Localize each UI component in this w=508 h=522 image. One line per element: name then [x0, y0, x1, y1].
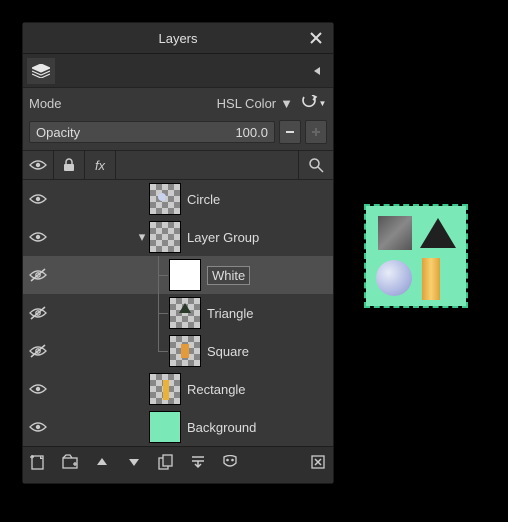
add-mask-button[interactable] [221, 453, 239, 471]
layer-thumbnail[interactable] [169, 335, 201, 367]
visibility-toggle[interactable] [23, 421, 53, 433]
layer-row[interactable]: Rectangle [23, 370, 333, 408]
layer-list: Circle ▾ Layer Group White Triangle Square Rec… [23, 180, 333, 446]
preview-circle [376, 260, 412, 296]
duplicate-icon [158, 454, 174, 470]
layers-panel: Layers Mode HSL Color ▼ ▼ Opacity 100.0 [22, 22, 334, 484]
layer-row[interactable]: Background [23, 408, 333, 446]
eye-off-icon [29, 306, 47, 320]
raise-layer-button[interactable] [93, 453, 111, 471]
layer-thumbnail[interactable] [169, 259, 201, 291]
visibility-toggle[interactable] [23, 383, 53, 395]
lower-icon [128, 456, 140, 468]
mask-icon [222, 455, 238, 469]
canvas-preview [366, 206, 466, 306]
visibility-column-header[interactable] [23, 151, 54, 179]
panel-title: Layers [23, 31, 333, 46]
layer-thumbnail[interactable] [149, 221, 181, 253]
lower-layer-button[interactable] [125, 453, 143, 471]
eye-off-icon [29, 268, 47, 282]
menu-left-icon [312, 66, 322, 76]
layers-icon [32, 64, 50, 78]
close-icon [310, 32, 322, 44]
preview-triangle [420, 218, 456, 248]
new-layer-icon [30, 454, 46, 470]
layer-name[interactable]: Layer Group [187, 230, 259, 245]
tree-line [149, 256, 169, 294]
new-group-button[interactable] [61, 453, 79, 471]
mode-row: Mode HSL Color ▼ ▼ [23, 88, 333, 118]
opacity-increase-button[interactable] [305, 120, 327, 144]
preview-texture-square [378, 216, 412, 250]
layer-thumbnail[interactable] [169, 297, 201, 329]
layer-name[interactable]: Background [187, 420, 256, 435]
lock-icon [63, 158, 75, 172]
duplicate-layer-button[interactable] [157, 453, 175, 471]
titlebar[interactable]: Layers [23, 23, 333, 54]
layer-row[interactable]: Square [23, 332, 333, 370]
layer-column-header: fx [23, 150, 333, 180]
layer-thumbnail[interactable] [149, 411, 181, 443]
expand-toggle[interactable]: ▾ [135, 229, 149, 245]
close-button[interactable] [305, 27, 327, 49]
layer-row[interactable]: Circle [23, 180, 333, 218]
mode-label: Mode [29, 96, 62, 111]
visibility-toggle[interactable] [23, 344, 53, 358]
merge-icon [191, 455, 205, 469]
minus-icon [285, 127, 295, 137]
delete-icon [311, 455, 325, 469]
eye-off-icon [29, 344, 47, 358]
visibility-toggle[interactable] [23, 306, 53, 320]
layer-name[interactable]: Circle [187, 192, 220, 207]
eye-icon [29, 383, 47, 395]
search-icon [308, 157, 324, 173]
fx-column-header[interactable]: fx [85, 151, 116, 179]
panel-menu-button[interactable] [309, 63, 325, 79]
opacity-row: Opacity 100.0 [23, 118, 333, 150]
resize-handle[interactable] [23, 477, 333, 483]
raise-icon [96, 456, 108, 468]
eye-icon [29, 421, 47, 433]
layer-row[interactable]: ▾ Layer Group [23, 218, 333, 256]
layer-name[interactable]: White [207, 266, 250, 285]
layer-row[interactable]: White [23, 256, 333, 294]
opacity-value: 100.0 [235, 125, 268, 140]
merge-down-button[interactable] [189, 453, 207, 471]
layer-name[interactable]: Square [207, 344, 249, 359]
eye-icon [29, 159, 47, 171]
layer-name[interactable]: Triangle [207, 306, 253, 321]
tree-line [149, 332, 169, 370]
eye-icon [29, 231, 47, 243]
layer-row[interactable]: Triangle [23, 294, 333, 332]
preview-rectangle [422, 258, 440, 300]
mode-dropdown[interactable]: HSL Color ▼ [217, 96, 293, 111]
mode-swap-button[interactable]: ▼ [299, 92, 327, 114]
visibility-toggle[interactable] [23, 231, 53, 243]
chevron-down-icon: ▼ [319, 99, 327, 108]
layer-search-button[interactable] [298, 151, 333, 179]
new-layer-button[interactable] [29, 453, 47, 471]
swap-icon [300, 95, 318, 111]
layer-name[interactable]: Rectangle [187, 382, 246, 397]
delete-layer-button[interactable] [309, 453, 327, 471]
opacity-label: Opacity [36, 125, 235, 140]
tab-layers[interactable] [27, 58, 55, 84]
eye-icon [29, 193, 47, 205]
layer-actions-bar [23, 446, 333, 477]
new-group-icon [62, 454, 78, 470]
opacity-slider[interactable]: Opacity 100.0 [29, 121, 275, 143]
chevron-down-icon: ▼ [280, 96, 293, 111]
lock-column-header[interactable] [54, 151, 85, 179]
opacity-decrease-button[interactable] [279, 120, 301, 144]
layer-thumbnail[interactable] [149, 373, 181, 405]
tree-line [149, 294, 169, 332]
plus-icon [311, 127, 321, 137]
visibility-toggle[interactable] [23, 268, 53, 282]
mode-value: HSL Color [217, 96, 276, 111]
layer-thumbnail[interactable] [149, 183, 181, 215]
visibility-toggle[interactable] [23, 193, 53, 205]
tab-bar [23, 54, 333, 88]
